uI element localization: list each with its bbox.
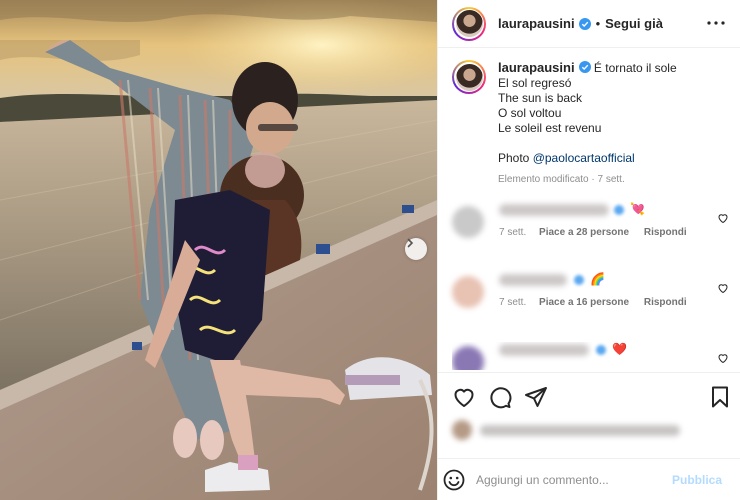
- caption-line: É tornato il sole: [593, 61, 677, 75]
- bookmark-icon[interactable]: [708, 385, 732, 409]
- photo-credit: Photo @paolocartaofficial: [498, 151, 718, 166]
- caption-username[interactable]: laurapausini: [498, 60, 575, 75]
- more-horizontal-icon: [707, 21, 725, 25]
- comment-meta: 7 sett. Piace a 16 persone Rispondi: [499, 297, 699, 308]
- photographer-mention-link[interactable]: @paolocartaofficial: [533, 151, 635, 165]
- chevron-right-icon: [407, 238, 414, 248]
- comment-text: 💘: [630, 202, 645, 216]
- comment-input[interactable]: [476, 472, 666, 487]
- comment-time[interactable]: 7 sett.: [499, 297, 526, 308]
- caption-line: El sol regresó: [498, 76, 572, 90]
- header-separator: •: [595, 16, 601, 31]
- commenter-username-blurred[interactable]: [499, 344, 589, 356]
- reply-button[interactable]: Rispondi: [644, 227, 687, 238]
- commenter-avatar[interactable]: [452, 276, 484, 308]
- comment-item: ❤️: [452, 342, 737, 370]
- comment-item: 🌈 7 sett. Piace a 16 persone Rispondi: [452, 272, 737, 332]
- comment-meta: 7 sett. Piace a 28 persone Rispondi: [499, 227, 699, 238]
- following-button[interactable]: Segui già: [605, 16, 663, 31]
- commenter-username-blurred[interactable]: [499, 274, 567, 286]
- more-options-button[interactable]: [707, 14, 725, 32]
- beach-photo-illustration: [0, 0, 437, 500]
- speech-bubble-icon[interactable]: [488, 385, 512, 409]
- verified-badge-icon: [578, 61, 591, 73]
- caption-author-avatar[interactable]: [452, 60, 486, 94]
- comment-time[interactable]: 7 sett.: [499, 227, 526, 238]
- post-actions-bar: [438, 372, 740, 418]
- comment-text: 🌈: [590, 272, 605, 286]
- next-photo-button[interactable]: [405, 238, 427, 260]
- verified-badge-icon: [574, 275, 584, 285]
- publish-button[interactable]: Pubblica: [672, 473, 722, 487]
- caption-line: The sun is back: [498, 91, 583, 105]
- post-header: laurapausini • Segui già: [438, 0, 740, 48]
- edited-note: Elemento modificato · 7 sett.: [498, 174, 625, 185]
- author-username[interactable]: laurapausini: [498, 16, 575, 31]
- author-avatar[interactable]: [452, 6, 486, 41]
- post-caption: laurapausini É tornato il sole El sol re…: [452, 60, 718, 187]
- comment-composer: Pubblica: [438, 458, 740, 500]
- caption-body: laurapausini É tornato il sole El sol re…: [498, 60, 718, 187]
- caption-line: Le soleil est revenu: [498, 121, 602, 135]
- photo-credit-prefix: Photo: [498, 151, 533, 165]
- verified-badge-icon: [578, 17, 591, 30]
- verified-badge-icon: [596, 345, 606, 355]
- commenter-avatar[interactable]: [452, 346, 484, 370]
- verified-badge-icon: [614, 205, 624, 215]
- post-photo: [0, 0, 437, 500]
- comment-item: 💘 7 sett. Piace a 28 persone Rispondi: [452, 202, 737, 262]
- likes-summary-blurred[interactable]: [452, 420, 682, 440]
- paper-plane-icon[interactable]: [524, 385, 548, 409]
- heart-outline-icon[interactable]: [452, 385, 476, 409]
- heart-outline-icon[interactable]: [717, 212, 729, 224]
- comment-likes[interactable]: Piace a 16 persone: [539, 297, 629, 308]
- commenter-username-blurred[interactable]: [499, 204, 609, 216]
- heart-outline-icon[interactable]: [717, 282, 729, 294]
- reply-button[interactable]: Rispondi: [644, 297, 687, 308]
- comment-likes[interactable]: Piace a 28 persone: [539, 227, 629, 238]
- heart-outline-icon[interactable]: [717, 352, 729, 364]
- comment-text: ❤️: [612, 342, 627, 356]
- caption-line: O sol voltou: [498, 106, 562, 120]
- smiley-icon[interactable]: [442, 468, 466, 492]
- commenter-avatar[interactable]: [452, 206, 484, 238]
- post-side-panel: laurapausini • Segui già laurapausini É …: [437, 0, 740, 500]
